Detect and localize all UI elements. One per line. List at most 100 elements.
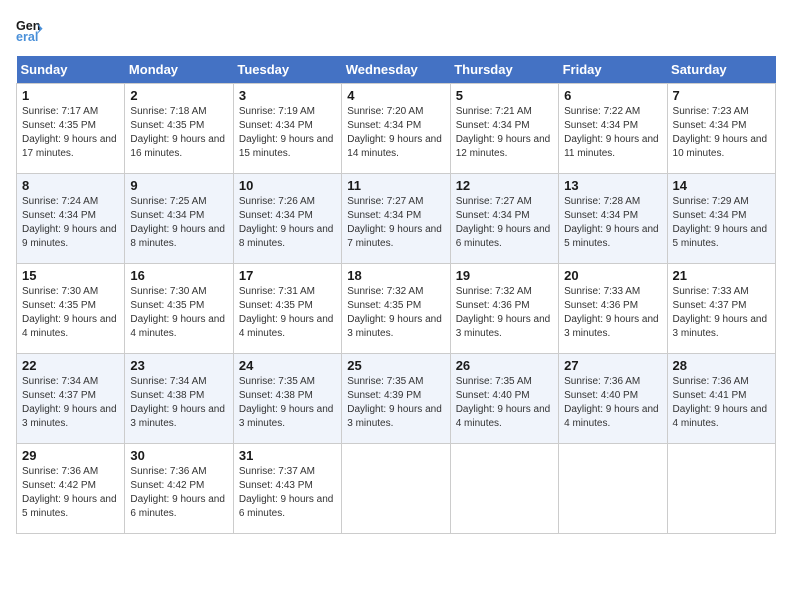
day-info: Sunrise: 7:36 AM Sunset: 4:41 PM Dayligh…: [673, 375, 770, 431]
day-info: Sunrise: 7:26 AM Sunset: 4:34 PM Dayligh…: [239, 195, 336, 251]
day-number: 9: [130, 178, 227, 193]
day-number: 14: [673, 178, 770, 193]
day-cell-17: 17 Sunrise: 7:31 AM Sunset: 4:35 PM Dayl…: [233, 264, 341, 354]
day-number: 22: [22, 358, 119, 373]
day-cell-19: 19 Sunrise: 7:32 AM Sunset: 4:36 PM Dayl…: [450, 264, 558, 354]
day-info: Sunrise: 7:36 AM Sunset: 4:42 PM Dayligh…: [22, 465, 119, 521]
logo: Gen eral: [16, 16, 48, 44]
empty-cell: [342, 444, 450, 534]
day-number: 16: [130, 268, 227, 283]
day-cell-8: 8 Sunrise: 7:24 AM Sunset: 4:34 PM Dayli…: [17, 174, 125, 264]
day-info: Sunrise: 7:30 AM Sunset: 4:35 PM Dayligh…: [22, 285, 119, 341]
day-cell-27: 27 Sunrise: 7:36 AM Sunset: 4:40 PM Dayl…: [559, 354, 667, 444]
day-number: 23: [130, 358, 227, 373]
calendar-week-3: 15 Sunrise: 7:30 AM Sunset: 4:35 PM Dayl…: [17, 264, 776, 354]
calendar-week-5: 29 Sunrise: 7:36 AM Sunset: 4:42 PM Dayl…: [17, 444, 776, 534]
day-cell-1: 1 Sunrise: 7:17 AM Sunset: 4:35 PM Dayli…: [17, 84, 125, 174]
day-info: Sunrise: 7:32 AM Sunset: 4:36 PM Dayligh…: [456, 285, 553, 341]
day-cell-9: 9 Sunrise: 7:25 AM Sunset: 4:34 PM Dayli…: [125, 174, 233, 264]
empty-cell: [667, 444, 775, 534]
day-number: 27: [564, 358, 661, 373]
col-header-sunday: Sunday: [17, 56, 125, 84]
day-cell-31: 31 Sunrise: 7:37 AM Sunset: 4:43 PM Dayl…: [233, 444, 341, 534]
logo-icon: Gen eral: [16, 16, 44, 44]
col-header-thursday: Thursday: [450, 56, 558, 84]
day-info: Sunrise: 7:29 AM Sunset: 4:34 PM Dayligh…: [673, 195, 770, 251]
page-header: Gen eral: [16, 16, 776, 44]
day-info: Sunrise: 7:32 AM Sunset: 4:35 PM Dayligh…: [347, 285, 444, 341]
day-info: Sunrise: 7:19 AM Sunset: 4:34 PM Dayligh…: [239, 105, 336, 161]
empty-cell: [559, 444, 667, 534]
day-cell-16: 16 Sunrise: 7:30 AM Sunset: 4:35 PM Dayl…: [125, 264, 233, 354]
day-number: 8: [22, 178, 119, 193]
day-cell-28: 28 Sunrise: 7:36 AM Sunset: 4:41 PM Dayl…: [667, 354, 775, 444]
day-number: 5: [456, 88, 553, 103]
day-cell-18: 18 Sunrise: 7:32 AM Sunset: 4:35 PM Dayl…: [342, 264, 450, 354]
day-number: 31: [239, 448, 336, 463]
day-info: Sunrise: 7:27 AM Sunset: 4:34 PM Dayligh…: [456, 195, 553, 251]
day-info: Sunrise: 7:25 AM Sunset: 4:34 PM Dayligh…: [130, 195, 227, 251]
day-info: Sunrise: 7:33 AM Sunset: 4:37 PM Dayligh…: [673, 285, 770, 341]
col-header-saturday: Saturday: [667, 56, 775, 84]
day-cell-20: 20 Sunrise: 7:33 AM Sunset: 4:36 PM Dayl…: [559, 264, 667, 354]
day-number: 19: [456, 268, 553, 283]
day-info: Sunrise: 7:30 AM Sunset: 4:35 PM Dayligh…: [130, 285, 227, 341]
day-number: 24: [239, 358, 336, 373]
day-number: 13: [564, 178, 661, 193]
day-number: 7: [673, 88, 770, 103]
day-info: Sunrise: 7:34 AM Sunset: 4:38 PM Dayligh…: [130, 375, 227, 431]
day-cell-24: 24 Sunrise: 7:35 AM Sunset: 4:38 PM Dayl…: [233, 354, 341, 444]
day-cell-26: 26 Sunrise: 7:35 AM Sunset: 4:40 PM Dayl…: [450, 354, 558, 444]
col-header-monday: Monday: [125, 56, 233, 84]
calendar-table: SundayMondayTuesdayWednesdayThursdayFrid…: [16, 56, 776, 534]
day-info: Sunrise: 7:34 AM Sunset: 4:37 PM Dayligh…: [22, 375, 119, 431]
day-number: 21: [673, 268, 770, 283]
day-number: 12: [456, 178, 553, 193]
day-cell-11: 11 Sunrise: 7:27 AM Sunset: 4:34 PM Dayl…: [342, 174, 450, 264]
day-number: 3: [239, 88, 336, 103]
day-cell-22: 22 Sunrise: 7:34 AM Sunset: 4:37 PM Dayl…: [17, 354, 125, 444]
day-info: Sunrise: 7:22 AM Sunset: 4:34 PM Dayligh…: [564, 105, 661, 161]
day-cell-4: 4 Sunrise: 7:20 AM Sunset: 4:34 PM Dayli…: [342, 84, 450, 174]
col-header-wednesday: Wednesday: [342, 56, 450, 84]
day-number: 10: [239, 178, 336, 193]
day-info: Sunrise: 7:17 AM Sunset: 4:35 PM Dayligh…: [22, 105, 119, 161]
day-cell-6: 6 Sunrise: 7:22 AM Sunset: 4:34 PM Dayli…: [559, 84, 667, 174]
day-cell-29: 29 Sunrise: 7:36 AM Sunset: 4:42 PM Dayl…: [17, 444, 125, 534]
day-number: 28: [673, 358, 770, 373]
day-number: 18: [347, 268, 444, 283]
day-cell-15: 15 Sunrise: 7:30 AM Sunset: 4:35 PM Dayl…: [17, 264, 125, 354]
day-info: Sunrise: 7:33 AM Sunset: 4:36 PM Dayligh…: [564, 285, 661, 341]
day-number: 1: [22, 88, 119, 103]
day-info: Sunrise: 7:35 AM Sunset: 4:38 PM Dayligh…: [239, 375, 336, 431]
day-cell-5: 5 Sunrise: 7:21 AM Sunset: 4:34 PM Dayli…: [450, 84, 558, 174]
empty-cell: [450, 444, 558, 534]
day-info: Sunrise: 7:31 AM Sunset: 4:35 PM Dayligh…: [239, 285, 336, 341]
day-cell-21: 21 Sunrise: 7:33 AM Sunset: 4:37 PM Dayl…: [667, 264, 775, 354]
col-header-tuesday: Tuesday: [233, 56, 341, 84]
day-info: Sunrise: 7:28 AM Sunset: 4:34 PM Dayligh…: [564, 195, 661, 251]
day-cell-3: 3 Sunrise: 7:19 AM Sunset: 4:34 PM Dayli…: [233, 84, 341, 174]
day-info: Sunrise: 7:27 AM Sunset: 4:34 PM Dayligh…: [347, 195, 444, 251]
day-info: Sunrise: 7:18 AM Sunset: 4:35 PM Dayligh…: [130, 105, 227, 161]
day-info: Sunrise: 7:20 AM Sunset: 4:34 PM Dayligh…: [347, 105, 444, 161]
day-number: 25: [347, 358, 444, 373]
day-info: Sunrise: 7:24 AM Sunset: 4:34 PM Dayligh…: [22, 195, 119, 251]
day-number: 26: [456, 358, 553, 373]
day-info: Sunrise: 7:21 AM Sunset: 4:34 PM Dayligh…: [456, 105, 553, 161]
day-cell-2: 2 Sunrise: 7:18 AM Sunset: 4:35 PM Dayli…: [125, 84, 233, 174]
calendar-week-2: 8 Sunrise: 7:24 AM Sunset: 4:34 PM Dayli…: [17, 174, 776, 264]
day-cell-12: 12 Sunrise: 7:27 AM Sunset: 4:34 PM Dayl…: [450, 174, 558, 264]
day-cell-14: 14 Sunrise: 7:29 AM Sunset: 4:34 PM Dayl…: [667, 174, 775, 264]
day-number: 6: [564, 88, 661, 103]
day-cell-23: 23 Sunrise: 7:34 AM Sunset: 4:38 PM Dayl…: [125, 354, 233, 444]
day-info: Sunrise: 7:37 AM Sunset: 4:43 PM Dayligh…: [239, 465, 336, 521]
day-info: Sunrise: 7:35 AM Sunset: 4:39 PM Dayligh…: [347, 375, 444, 431]
day-number: 30: [130, 448, 227, 463]
day-info: Sunrise: 7:36 AM Sunset: 4:40 PM Dayligh…: [564, 375, 661, 431]
day-number: 15: [22, 268, 119, 283]
day-number: 17: [239, 268, 336, 283]
day-cell-25: 25 Sunrise: 7:35 AM Sunset: 4:39 PM Dayl…: [342, 354, 450, 444]
day-cell-13: 13 Sunrise: 7:28 AM Sunset: 4:34 PM Dayl…: [559, 174, 667, 264]
day-info: Sunrise: 7:35 AM Sunset: 4:40 PM Dayligh…: [456, 375, 553, 431]
